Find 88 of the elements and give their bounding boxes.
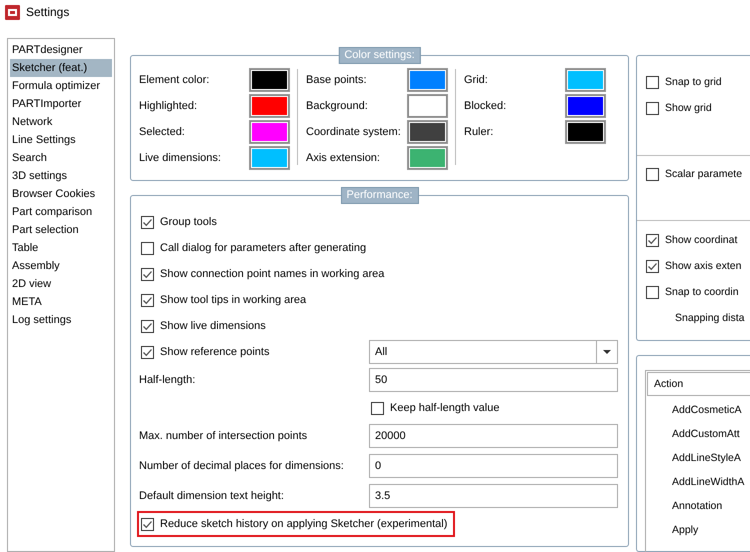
column-header[interactable]: Action xyxy=(647,372,750,396)
sidebar-item[interactable]: Part comparison xyxy=(10,203,112,221)
checkbox[interactable] xyxy=(141,346,154,358)
sidebar-item[interactable]: 2D view xyxy=(10,275,112,293)
checkbox[interactable] xyxy=(141,268,154,280)
group-title: Performance: xyxy=(340,187,419,204)
checkbox-label: Scalar paramete xyxy=(665,168,742,180)
color-swatch[interactable] xyxy=(408,121,447,143)
field-label: Max. number of intersection points xyxy=(139,430,308,442)
app-icon xyxy=(5,4,20,20)
field-label: Number of decimal places for dimensions: xyxy=(139,460,344,472)
checkbox[interactable] xyxy=(646,168,659,180)
color-label: Grid: xyxy=(464,74,488,86)
input-field[interactable]: 20000 xyxy=(369,424,618,448)
checkbox[interactable] xyxy=(646,102,659,114)
sidebar-item[interactable]: Network xyxy=(10,113,112,131)
checkbox[interactable] xyxy=(646,76,659,88)
color-swatch[interactable] xyxy=(566,121,605,143)
checkbox-label: Show live dimensions xyxy=(160,320,266,332)
checkbox[interactable] xyxy=(141,320,154,332)
checkbox-label: Group tools xyxy=(160,216,217,228)
color-label: Blocked: xyxy=(464,100,506,112)
sidebar-item[interactable]: Line Settings xyxy=(10,131,112,149)
color-label: Background: xyxy=(306,100,368,112)
color-swatch[interactable] xyxy=(250,121,289,143)
checkbox-label: Snap to grid xyxy=(665,76,722,88)
input-field[interactable]: 0 xyxy=(369,454,618,478)
checkbox-label: Call dialog for parameters after generating xyxy=(160,242,366,254)
checkbox[interactable] xyxy=(371,402,384,414)
field-label: Snapping dista xyxy=(674,312,744,324)
checkbox-label: Show coordinat xyxy=(665,234,738,246)
sidebar-item[interactable]: Table xyxy=(10,239,112,257)
color-swatch[interactable] xyxy=(408,147,447,169)
checkbox[interactable] xyxy=(646,234,659,246)
checkbox[interactable] xyxy=(141,294,154,306)
color-label: Highlighted: xyxy=(139,100,198,112)
dropdown[interactable]: All xyxy=(369,340,618,364)
checkbox-label: Keep half-length value xyxy=(390,402,500,414)
sidebar-item[interactable]: 3D settings xyxy=(10,167,112,185)
checkbox[interactable] xyxy=(141,216,154,228)
color-swatch[interactable] xyxy=(250,95,289,117)
checkbox-label: Show connection point names in working area xyxy=(160,268,384,280)
checkbox[interactable] xyxy=(141,242,154,254)
color-swatch[interactable] xyxy=(566,69,605,91)
color-label: Live dimensions: xyxy=(139,152,221,164)
sidebar-item[interactable]: Assembly xyxy=(10,257,112,275)
list-item[interactable]: AddLineStyleA xyxy=(647,446,750,470)
sidebar-item[interactable]: META xyxy=(10,293,112,311)
window-title: Settings xyxy=(26,5,70,19)
color-swatch[interactable] xyxy=(408,95,447,117)
sidebar-item[interactable]: Sketcher (feat.) xyxy=(10,59,112,77)
list-item[interactable]: Annotation xyxy=(647,494,750,518)
list-item[interactable]: AddCosmeticA xyxy=(647,398,750,422)
input-field[interactable]: 50 xyxy=(369,368,618,392)
checkbox[interactable] xyxy=(646,260,659,272)
input-field[interactable]: 3.5 xyxy=(369,484,618,508)
color-swatch[interactable] xyxy=(250,69,289,91)
checkbox-label: Snap to coordin xyxy=(665,286,739,298)
checkbox-label: Show axis exten xyxy=(665,260,742,272)
list-item[interactable]: Apply xyxy=(647,518,750,542)
color-label: Base points: xyxy=(306,74,367,86)
sidebar-item[interactable]: Search xyxy=(10,149,112,167)
sidebar-item[interactable]: Browser Cookies xyxy=(10,185,112,203)
caret-icon xyxy=(603,350,611,354)
sidebar-item[interactable]: PARTImporter xyxy=(10,95,112,113)
sidebar-item[interactable]: PARTdesigner xyxy=(10,41,112,59)
group-title: Color settings: xyxy=(338,47,421,64)
color-swatch[interactable] xyxy=(408,69,447,91)
checkbox[interactable] xyxy=(141,518,154,530)
checkbox-label: Show grid xyxy=(665,102,712,114)
sidebar-item[interactable]: Log settings xyxy=(10,311,112,329)
checkbox-label: Show reference points xyxy=(160,346,270,358)
color-label: Element color: xyxy=(139,74,210,86)
color-swatch[interactable] xyxy=(566,95,605,117)
checkbox[interactable] xyxy=(646,286,659,298)
list-item[interactable]: AddLineWidthA xyxy=(647,470,750,494)
color-label: Coordinate system: xyxy=(306,126,401,138)
color-swatch[interactable] xyxy=(250,147,289,169)
field-label: Half-length: xyxy=(139,374,196,386)
color-label: Ruler: xyxy=(464,126,494,138)
field-label: Default dimension text height: xyxy=(139,490,284,502)
sidebar-item[interactable]: Formula optimizer xyxy=(10,77,112,95)
checkbox-label: Show tool tips in working area xyxy=(160,294,306,306)
color-label: Axis extension: xyxy=(306,152,380,164)
color-label: Selected: xyxy=(139,126,185,138)
list-item[interactable]: AddCustomAtt xyxy=(647,422,750,446)
sidebar-item[interactable]: Part selection xyxy=(10,221,112,239)
checkbox-label: Reduce sketch history on applying Sketcher (experimental) xyxy=(160,518,448,530)
